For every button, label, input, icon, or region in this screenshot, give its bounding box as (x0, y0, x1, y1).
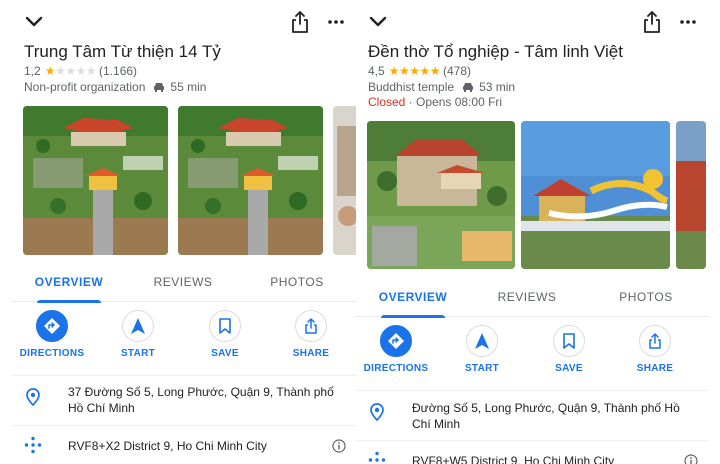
place-category: Buddhist temple (368, 80, 455, 94)
navigation-arrow-icon (466, 325, 498, 357)
share-button[interactable]: SHARE (276, 310, 346, 359)
address-row[interactable]: 37 Đường Số 5, Long Phước, Quận 9, Thành… (12, 376, 356, 426)
place-photo[interactable] (521, 121, 670, 269)
more-horizontal-icon[interactable] (678, 14, 698, 30)
star-icon: ★ (419, 64, 430, 78)
location-pin-icon (370, 403, 384, 421)
start-label: START (120, 348, 156, 359)
address-text: 37 Đường Số 5, Long Phước, Quận 9, Thành… (68, 385, 334, 415)
bookmark-icon (209, 310, 241, 342)
star-icon: ★ (54, 64, 66, 78)
review-count: (1.166) (99, 64, 138, 78)
save-label: SAVE (555, 363, 583, 374)
share-label: SHARE (292, 348, 330, 359)
opening-status[interactable]: Closed · Opens 08:00 Fri (368, 95, 502, 109)
chevron-down-icon[interactable] (368, 12, 388, 32)
place-category: Non-profit organization (24, 80, 146, 94)
directions-button[interactable]: DIRECTIONS (361, 325, 431, 374)
address-text: Đường Số 5, Long Phước, Quận 9, Thành ph… (412, 401, 680, 431)
rating-stars: ★★★★★ (44, 64, 97, 78)
plus-code-row[interactable]: RVF8+X2 District 9, Ho Chi Minh City (12, 426, 356, 464)
rating-value: 4,5 (368, 64, 385, 78)
place-title: Đền thờ Tổ nghiệp - Tâm linh Việt (368, 42, 623, 61)
drive-time: 53 min (479, 80, 516, 94)
rating-row[interactable]: 4,5 ★★★★★ (478) (368, 64, 471, 78)
info-icon[interactable] (332, 439, 346, 453)
directions-button[interactable]: DIRECTIONS (17, 310, 87, 359)
share-label: SHARE (636, 363, 674, 374)
tab-reviews[interactable]: REVIEWS (126, 262, 240, 302)
plus-code-icon (24, 436, 42, 454)
car-icon (154, 83, 165, 92)
place-photo[interactable] (333, 106, 356, 255)
category-row: Non-profit organization 55 min (24, 80, 206, 94)
tab-bar: OVERVIEW REVIEWS PHOTOS (12, 262, 356, 303)
share-button[interactable]: SHARE (620, 325, 690, 374)
star-icon: ★ (85, 64, 97, 78)
share-icon[interactable] (290, 10, 310, 34)
opening-time: · Opens 08:00 Fri (408, 95, 503, 109)
location-pin-icon (26, 388, 40, 406)
save-button[interactable]: SAVE (190, 310, 260, 359)
place-title: Trung Tâm Từ thiện 14 Tỷ (24, 42, 221, 61)
star-icon: ★ (44, 64, 56, 78)
directions-label: DIRECTIONS (363, 363, 429, 374)
action-bar: DIRECTIONS START SAVE SHARE (12, 310, 356, 376)
place-card-left: Trung Tâm Từ thiện 14 Tỷ 1,2 ★★★★★ (1.16… (12, 0, 356, 464)
share-icon[interactable] (642, 10, 662, 34)
car-icon (463, 83, 474, 92)
tab-photos[interactable]: PHOTOS (240, 262, 354, 302)
star-icon: ★ (75, 64, 86, 78)
star-icon: ★ (388, 64, 400, 78)
bookmark-icon (553, 325, 585, 357)
rating-value: 1,2 (24, 64, 41, 78)
closed-status: Closed (368, 95, 406, 109)
info-icon[interactable] (684, 454, 698, 464)
plus-code-text: RVF8+X2 District 9, Ho Chi Minh City (68, 439, 267, 453)
tab-reviews[interactable]: REVIEWS (470, 277, 584, 317)
plus-code-row[interactable]: RVF8+W5 District 9, Ho Chi Minh City (356, 441, 708, 464)
tab-bar: OVERVIEW REVIEWS PHOTOS (356, 277, 708, 318)
start-button[interactable]: START (447, 325, 517, 374)
tab-overview[interactable]: OVERVIEW (12, 262, 126, 303)
review-count: (478) (443, 64, 472, 78)
place-photo[interactable] (676, 121, 706, 269)
share-icon (639, 325, 671, 357)
star-icon: ★ (398, 64, 410, 78)
more-horizontal-icon[interactable] (326, 14, 346, 30)
plus-code-icon (368, 451, 386, 462)
top-bar (356, 10, 708, 36)
category-row: Buddhist temple 53 min (368, 80, 515, 94)
star-icon: ★ (429, 64, 441, 78)
top-bar (12, 10, 356, 36)
navigation-arrow-icon (122, 310, 154, 342)
place-photo[interactable] (367, 121, 515, 269)
action-bar: DIRECTIONS START SAVE SHARE (356, 325, 708, 391)
save-label: SAVE (211, 348, 239, 359)
rating-stars: ★★★★★ (388, 64, 441, 78)
address-row[interactable]: Đường Số 5, Long Phước, Quận 9, Thành ph… (356, 391, 708, 441)
star-icon: ★ (409, 64, 420, 78)
tab-photos[interactable]: PHOTOS (584, 277, 708, 317)
directions-icon (380, 325, 412, 357)
directions-icon (36, 310, 68, 342)
chevron-down-icon[interactable] (24, 12, 44, 32)
start-label: START (464, 363, 500, 374)
directions-label: DIRECTIONS (19, 348, 85, 359)
tab-overview[interactable]: OVERVIEW (356, 277, 470, 318)
place-card-right: Đền thờ Tổ nghiệp - Tâm linh Việt 4,5 ★★… (356, 0, 708, 464)
rating-row[interactable]: 1,2 ★★★★★ (1.166) (24, 64, 137, 78)
share-icon (295, 310, 327, 342)
drive-time: 55 min (170, 80, 207, 94)
place-photo[interactable] (178, 106, 323, 255)
save-button[interactable]: SAVE (534, 325, 604, 374)
place-photo[interactable] (23, 106, 168, 255)
plus-code-text: RVF8+W5 District 9, Ho Chi Minh City (412, 454, 615, 464)
start-button[interactable]: START (103, 310, 173, 359)
star-icon: ★ (65, 64, 76, 78)
